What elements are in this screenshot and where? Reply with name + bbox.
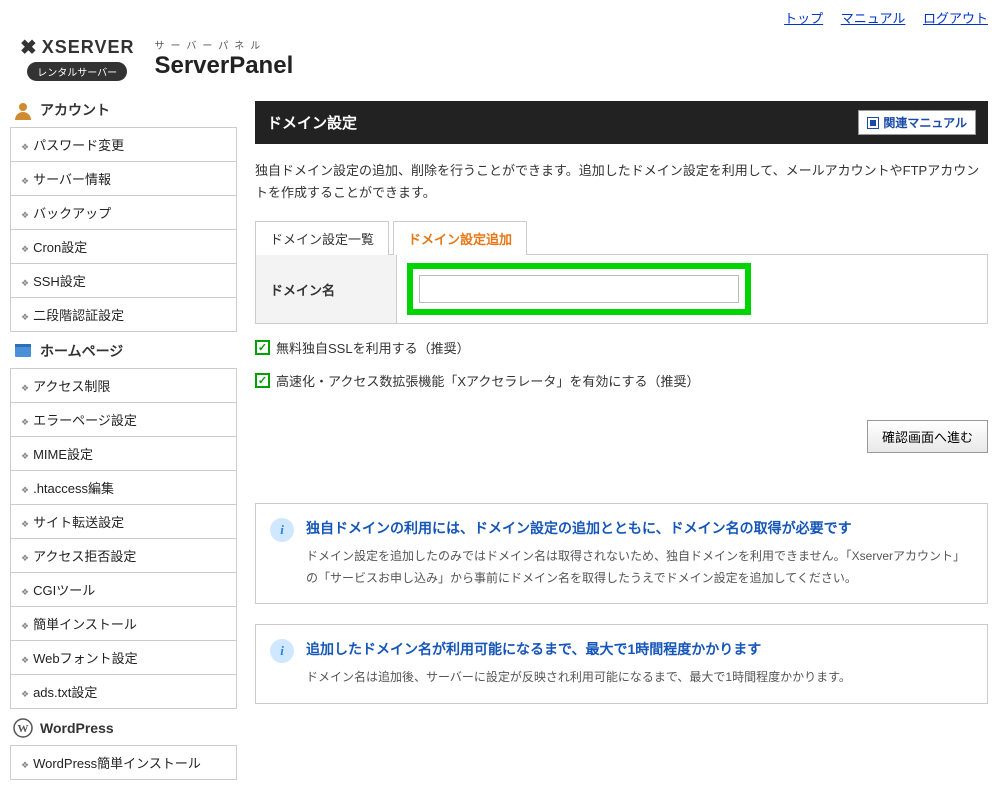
sidebar-item-serverinfo[interactable]: サーバー情報 xyxy=(11,162,236,196)
logo-icon: ✖ xyxy=(20,35,38,60)
related-manual-button[interactable]: 関連マニュアル xyxy=(858,110,976,135)
wordpress-icon: W xyxy=(12,717,34,739)
topnav-top-link[interactable]: トップ xyxy=(784,11,823,26)
sidebar-item-ssh[interactable]: SSH設定 xyxy=(11,264,236,298)
sidebar-item-cron[interactable]: Cron設定 xyxy=(11,230,236,264)
sidebar-section-wordpress: W WordPress xyxy=(12,717,237,739)
sidebar-item-access-deny[interactable]: アクセス拒否設定 xyxy=(11,539,236,573)
page-description: 独自ドメイン設定の追加、削除を行うことができます。追加したドメイン設定を利用して… xyxy=(255,160,988,204)
sidebar-item-webfont[interactable]: Webフォント設定 xyxy=(11,641,236,675)
related-manual-label: 関連マニュアル xyxy=(883,114,967,131)
brand-name: XSERVER xyxy=(42,37,135,58)
accelerator-checkbox-row[interactable]: ✓ 高速化・アクセス数拡張機能「Xアクセラレータ」を有効にする（推奨） xyxy=(255,371,988,390)
sidebar-item-password[interactable]: パスワード変更 xyxy=(11,128,236,162)
ssl-checkbox-row[interactable]: ✓ 無料独自SSLを利用する（推奨） xyxy=(255,338,988,357)
panel-subtitle: サーバーパネル xyxy=(154,37,293,52)
domain-input[interactable] xyxy=(419,275,739,303)
accelerator-checkbox-label: 高速化・アクセス数拡張機能「Xアクセラレータ」を有効にする（推奨） xyxy=(276,371,700,390)
info2-title: 追加したドメイン名が利用可能になるまで、最大で1時間程度かかります xyxy=(306,639,971,659)
rental-badge: レンタルサーバー xyxy=(27,62,127,81)
sidebar: アカウント パスワード変更 サーバー情報 バックアップ Cron設定 SSH設定… xyxy=(0,91,245,790)
sidebar-account-label: アカウント xyxy=(40,100,110,120)
sidebar-section-homepage: ホームページ xyxy=(12,340,237,362)
sidebar-item-2fa[interactable]: 二段階認証設定 xyxy=(11,298,236,331)
topnav-logout-link[interactable]: ログアウト xyxy=(923,11,988,26)
domain-label: ドメイン名 xyxy=(256,262,396,317)
tab-domain-add[interactable]: ドメイン設定追加 xyxy=(393,221,527,255)
brand-logo: ✖ XSERVER レンタルサーバー xyxy=(20,35,134,81)
svg-text:W: W xyxy=(18,723,29,735)
checkbox-checked-icon: ✓ xyxy=(255,340,270,355)
sidebar-item-mime[interactable]: MIME設定 xyxy=(11,437,236,471)
info-icon: i xyxy=(270,639,294,663)
tabs: ドメイン設定一覧 ドメイン設定追加 xyxy=(255,220,988,255)
account-icon xyxy=(12,99,34,121)
topnav-manual-link[interactable]: マニュアル xyxy=(841,11,906,26)
ssl-checkbox-label: 無料独自SSLを利用する（推奨） xyxy=(276,338,470,357)
info2-body: ドメイン名は追加後、サーバーに設定が反映され利用可能になるまで、最大で1時間程度… xyxy=(306,667,971,689)
info-box-domain-acquire: i 独自ドメインの利用には、ドメイン設定の追加とともに、ドメイン名の取得が必要で… xyxy=(255,503,988,604)
header: ✖ XSERVER レンタルサーバー サーバーパネル ServerPanel xyxy=(0,35,1008,91)
sidebar-item-backup[interactable]: バックアップ xyxy=(11,196,236,230)
sidebar-item-redirect[interactable]: サイト転送設定 xyxy=(11,505,236,539)
info1-title: 独自ドメインの利用には、ドメイン設定の追加とともに、ドメイン名の取得が必要です xyxy=(306,518,971,538)
domain-form-row: ドメイン名 xyxy=(255,255,988,324)
tab-domain-list[interactable]: ドメイン設定一覧 xyxy=(255,221,389,255)
sidebar-item-cgi[interactable]: CGIツール xyxy=(11,573,236,607)
sidebar-item-wp-install[interactable]: WordPress簡単インストール xyxy=(11,746,236,779)
sidebar-item-adstxt[interactable]: ads.txt設定 xyxy=(11,675,236,708)
sidebar-wordpress-label: WordPress xyxy=(40,720,114,736)
sidebar-item-access-limit[interactable]: アクセス制限 xyxy=(11,369,236,403)
page-title: ドメイン設定 xyxy=(267,112,357,133)
panel-title: ServerPanel xyxy=(154,52,293,80)
info-icon: i xyxy=(270,518,294,542)
info-box-wait-time: i 追加したドメイン名が利用可能になるまで、最大で1時間程度かかります ドメイン… xyxy=(255,624,988,704)
sidebar-section-account: アカウント xyxy=(12,99,237,121)
checkbox-checked-icon: ✓ xyxy=(255,373,270,388)
sidebar-item-easy-install[interactable]: 簡単インストール xyxy=(11,607,236,641)
manual-icon xyxy=(867,117,879,129)
confirm-button[interactable]: 確認画面へ進む xyxy=(867,420,988,453)
domain-input-highlight xyxy=(407,263,751,315)
sidebar-item-htaccess[interactable]: .htaccess編集 xyxy=(11,471,236,505)
sidebar-homepage-label: ホームページ xyxy=(40,341,123,361)
info1-body: ドメイン設定を追加したのみではドメイン名は取得されないため、独自ドメインを利用で… xyxy=(306,546,971,589)
sidebar-item-errorpage[interactable]: エラーページ設定 xyxy=(11,403,236,437)
homepage-icon xyxy=(12,340,34,362)
main-content: ドメイン設定 関連マニュアル 独自ドメイン設定の追加、削除を行うことができます。… xyxy=(245,91,1008,790)
